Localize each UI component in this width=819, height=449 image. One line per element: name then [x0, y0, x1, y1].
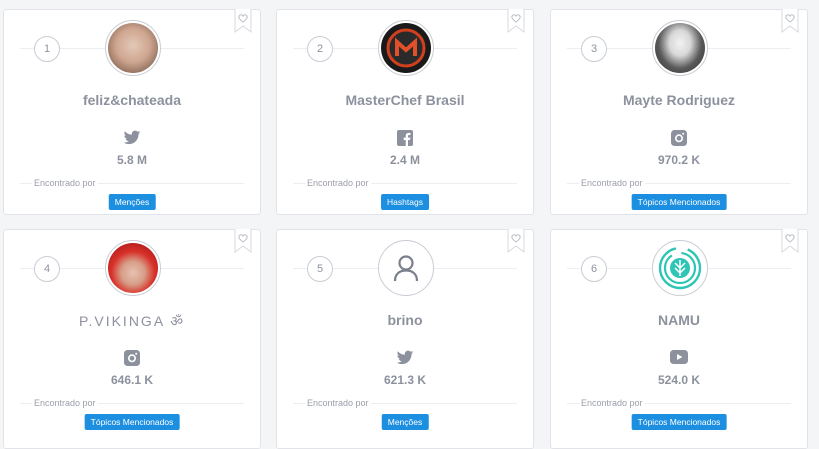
avatar[interactable]: [105, 20, 161, 76]
masterchef-logo: [386, 28, 426, 68]
found-by-badge: Tópicos Mencionados: [84, 414, 180, 430]
rank-badge: 2: [307, 36, 333, 62]
favorite-bookmark-icon[interactable]: [507, 9, 525, 33]
favorite-bookmark-icon[interactable]: [234, 9, 252, 33]
favorite-bookmark-icon[interactable]: [234, 229, 252, 253]
facebook-icon: [397, 130, 413, 146]
rank-badge: 1: [34, 36, 60, 62]
influencer-card[interactable]: 2 MasterChef Brasil 2.4 M Encontrado por…: [276, 9, 534, 215]
favorite-bookmark-icon[interactable]: [781, 9, 799, 33]
follower-count: 2.4 M: [389, 153, 420, 167]
rank-badge: 4: [34, 256, 60, 282]
found-by-badge: Menções: [381, 414, 429, 430]
found-by-label: Encontrado por: [305, 398, 371, 408]
avatar[interactable]: [652, 20, 708, 76]
influencer-name[interactable]: P.VIKINGA ॐ: [4, 312, 260, 331]
found-by-label: Encontrado por: [32, 178, 98, 188]
influencer-card[interactable]: 1 feliz&chateada 5.8 M Encontrado por Me…: [3, 9, 261, 215]
avatar[interactable]: [105, 240, 161, 296]
youtube-icon: [670, 350, 688, 364]
instagram-icon: [671, 130, 687, 146]
found-by-badge: Tópicos Mencionados: [631, 194, 727, 210]
influencer-name[interactable]: NAMU: [551, 312, 807, 328]
instagram-icon: [124, 350, 140, 366]
follower-count: 970.2 K: [657, 153, 701, 167]
influencer-name[interactable]: brino: [277, 312, 533, 328]
favorite-bookmark-icon[interactable]: [507, 229, 525, 253]
influencer-card[interactable]: 5 brino 621.3 K Encontrado por Menções: [276, 229, 534, 449]
follower-count: 5.8 M: [116, 153, 147, 167]
found-by-label: Encontrado por: [32, 398, 98, 408]
found-by-badge: Hashtags: [381, 194, 429, 210]
influencer-card[interactable]: 3 Mayte Rodriguez 970.2 K Encontrado por…: [550, 9, 808, 215]
follower-count: 646.1 K: [110, 373, 154, 387]
found-by-label: Encontrado por: [579, 178, 645, 188]
found-by-badge: Tópicos Mencionados: [631, 414, 727, 430]
found-by-badge: Menções: [108, 194, 156, 210]
rank-badge: 5: [307, 256, 333, 282]
influencer-card[interactable]: 6 NAMU 524.0 K Encontrado por Tópicos Me…: [550, 229, 808, 449]
influencer-name[interactable]: Mayte Rodriguez: [551, 92, 807, 108]
default-user-icon: [393, 255, 419, 282]
namu-logo: [658, 246, 702, 290]
favorite-bookmark-icon[interactable]: [781, 229, 799, 253]
rank-badge: 3: [581, 36, 607, 62]
influencer-name[interactable]: MasterChef Brasil: [277, 92, 533, 108]
twitter-icon: [396, 350, 414, 365]
influencer-card[interactable]: 4 P.VIKINGA ॐ 646.1 K Encontrado por Tóp…: [3, 229, 261, 449]
avatar[interactable]: [378, 20, 434, 76]
rank-badge: 6: [581, 256, 607, 282]
avatar[interactable]: [652, 240, 708, 296]
avatar[interactable]: [378, 240, 434, 296]
found-by-label: Encontrado por: [305, 178, 371, 188]
twitter-icon: [123, 130, 141, 145]
follower-count: 524.0 K: [657, 373, 701, 387]
follower-count: 621.3 K: [383, 373, 427, 387]
influencer-name[interactable]: feliz&chateada: [4, 92, 260, 108]
found-by-label: Encontrado por: [579, 398, 645, 408]
